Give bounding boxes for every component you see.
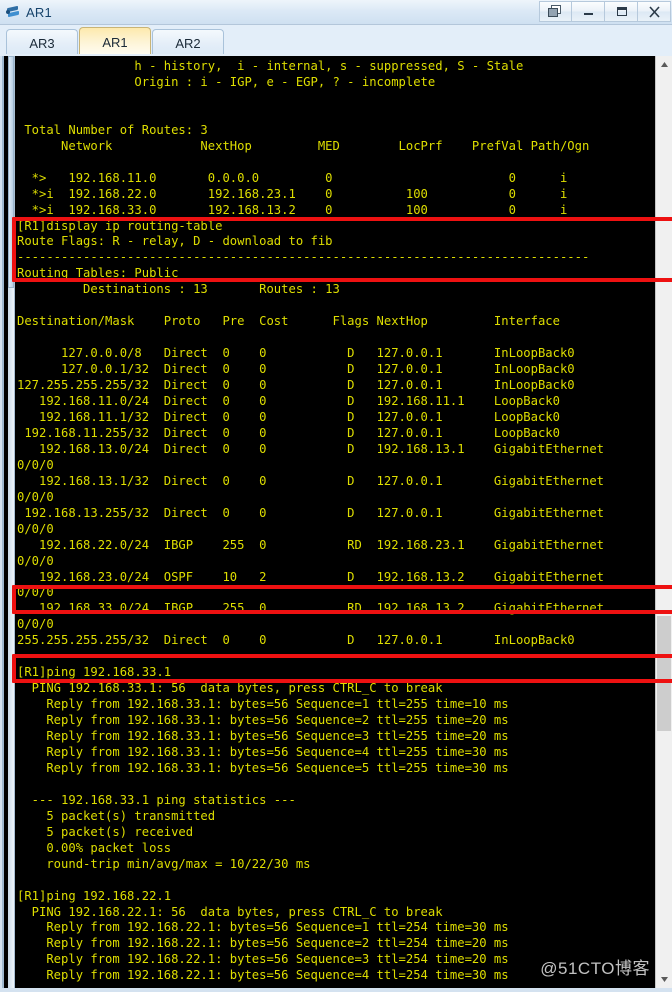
cascade-windows-icon[interactable] — [539, 1, 572, 22]
minimize-icon[interactable] — [572, 1, 605, 22]
scroll-down-arrow-icon[interactable] — [656, 971, 672, 988]
close-icon[interactable] — [638, 1, 671, 22]
window-title: AR1 — [26, 4, 52, 20]
scrollbar-left-thumb[interactable] — [8, 56, 14, 288]
tab-ar1[interactable]: AR1 — [79, 27, 151, 56]
title-bar-left: AR1 — [0, 5, 52, 20]
router-icon — [6, 5, 21, 20]
emulator-window: AR1 AR3 AR1 AR2 h - history, i - interna… — [0, 0, 672, 992]
tab-ar1-label: AR1 — [102, 34, 128, 50]
tab-ar2[interactable]: AR2 — [152, 29, 224, 56]
scrollbar-right-thumb[interactable] — [657, 616, 671, 731]
window-bottom-edge — [0, 988, 672, 992]
terminal-scrollbar-left[interactable] — [8, 56, 15, 988]
terminal-screen[interactable]: h - history, i - internal, s - suppresse… — [17, 56, 654, 988]
device-tab-strip: AR3 AR1 AR2 — [0, 25, 672, 56]
terminal-scrollbar-right[interactable] — [655, 56, 672, 988]
window-controls — [539, 1, 671, 22]
tab-ar2-label: AR2 — [175, 35, 201, 51]
terminal-frame: h - history, i - internal, s - suppresse… — [2, 56, 672, 988]
maximize-icon[interactable] — [605, 1, 638, 22]
scroll-up-arrow-icon[interactable] — [656, 56, 672, 73]
tab-ar3-label: AR3 — [29, 35, 55, 51]
console-output: h - history, i - internal, s - suppresse… — [17, 59, 604, 983]
terminal-region: h - history, i - internal, s - suppresse… — [0, 56, 672, 992]
title-bar: AR1 — [0, 0, 672, 25]
tab-ar3[interactable]: AR3 — [6, 29, 78, 56]
